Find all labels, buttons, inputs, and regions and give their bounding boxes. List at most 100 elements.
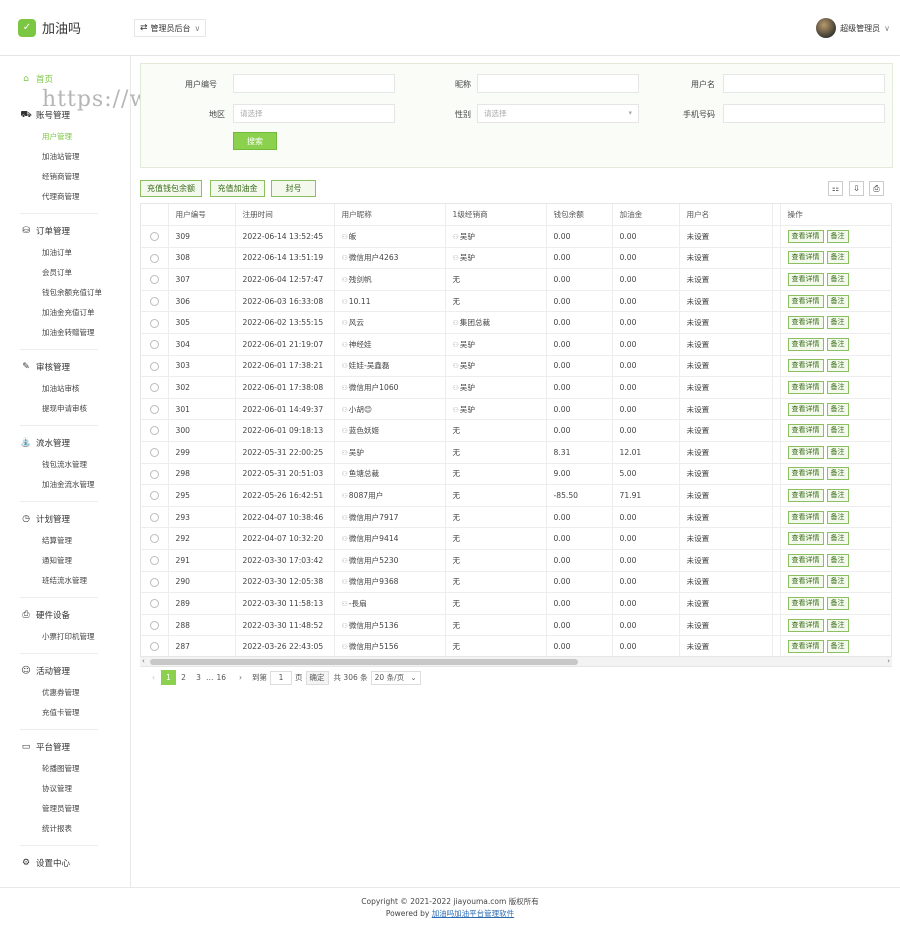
remark-button[interactable]: 备注 — [826, 251, 849, 265]
next-page-button[interactable]: › — [233, 670, 248, 685]
remark-button[interactable]: 备注 — [826, 596, 849, 610]
search-button[interactable]: 搜索 — [233, 132, 277, 150]
recharge-fuel-button[interactable]: 充值加油金 — [210, 180, 265, 197]
user-menu[interactable]: 超级管理员 ∨ — [816, 18, 890, 38]
region-select[interactable]: 请选择 — [233, 104, 395, 123]
sidebar-item[interactable]: 加油订单 — [42, 247, 72, 258]
row-radio[interactable] — [149, 577, 159, 587]
row-radio[interactable] — [149, 232, 159, 242]
sidebar-item[interactable]: 优惠券管理 — [42, 687, 80, 698]
remark-button[interactable]: 备注 — [826, 229, 849, 243]
sidebar-group-printer[interactable]: ⎙ 硬件设备 — [20, 609, 70, 621]
table-row[interactable]: 293 2022-04-07 10:38:46 ⚇微信用户7917 无 0.00 0.00… — [141, 506, 891, 529]
view-details-button[interactable]: 查看详情 — [787, 532, 824, 546]
view-details-button[interactable]: 查看详情 — [787, 316, 824, 330]
view-details-button[interactable]: 查看详情 — [787, 445, 824, 459]
view-details-button[interactable]: 查看详情 — [787, 337, 824, 351]
table-row[interactable]: 304 2022-06-01 21:19:07 ⚇神经娃 ⚇吴驴 0.00 0.00 未设置… — [141, 333, 891, 356]
row-radio[interactable] — [149, 491, 159, 501]
view-details-button[interactable]: 查看详情 — [787, 229, 824, 243]
table-row[interactable]: 301 2022-06-01 14:49:37 ⚇小胡😊 ⚇吴驴 0.00 0.00 未设置… — [141, 398, 891, 421]
sidebar-item[interactable]: 轮播图管理 — [42, 763, 80, 774]
view-details-button[interactable]: 查看详情 — [787, 618, 824, 632]
sidebar-item[interactable]: 协议管理 — [42, 783, 72, 794]
sidebar-group-platform[interactable]: ▭ 平台管理 — [20, 741, 70, 753]
sidebar-group-clock[interactable]: ◷ 计划管理 — [20, 513, 70, 525]
table-row[interactable]: 290 2022-03-30 12:05:38 ⚇微信用户9368 无 0.00 0.00… — [141, 571, 891, 594]
remark-button[interactable]: 备注 — [826, 445, 849, 459]
sidebar-group-activity[interactable]: ☺ 活动管理 — [20, 665, 70, 677]
remark-button[interactable]: 备注 — [826, 575, 849, 589]
sidebar-group-gear[interactable]: ⚙ 设置中心 — [20, 857, 70, 869]
table-row[interactable]: 303 2022-06-01 17:38:21 ⚇娃娃-吴鑫磊 ⚇吴驴 0.00 0.00… — [141, 355, 891, 378]
sidebar-item[interactable]: 加油金转赠管理 — [42, 327, 95, 338]
sidebar-group-cart[interactable]: ⛁ 订单管理 — [20, 225, 70, 237]
sidebar-group-flow[interactable]: ⛲ 流水管理 — [20, 437, 70, 449]
row-radio[interactable] — [149, 642, 159, 652]
sidebar-item[interactable]: 充值卡管理 — [42, 707, 80, 718]
prev-page-button[interactable]: ‹ — [146, 670, 161, 685]
remark-button[interactable]: 备注 — [826, 359, 849, 373]
powered-by-link[interactable]: 加油吗加油平台管理软件 — [432, 909, 515, 918]
remark-button[interactable]: 备注 — [826, 640, 849, 654]
sidebar-item[interactable]: 通知管理 — [42, 555, 72, 566]
sidebar-group-home[interactable]: ⌂ 首页 — [20, 73, 53, 85]
view-details-button[interactable]: 查看详情 — [787, 640, 824, 654]
table-row[interactable]: 309 2022-06-14 13:52:45 ⚇皈 ⚇吴驴 0.00 0.00 未设置 查看… — [141, 225, 891, 248]
view-details-button[interactable]: 查看详情 — [787, 402, 824, 416]
sidebar-item[interactable]: 管理员管理 — [42, 803, 80, 814]
ban-account-button[interactable]: 封号 — [271, 180, 316, 197]
view-details-button[interactable]: 查看详情 — [787, 294, 824, 308]
sidebar-item[interactable]: 统计报表 — [42, 823, 72, 834]
row-radio[interactable] — [149, 512, 159, 522]
phone-input[interactable] — [723, 104, 885, 123]
sidebar-item[interactable]: 会员订单 — [42, 267, 72, 278]
table-row[interactable]: 300 2022-06-01 09:18:13 ⚇蓝色妖姬无 0.00 0.00 未设置查… — [141, 419, 891, 443]
sidebar-item[interactable]: 加油站管理 — [42, 151, 80, 162]
table-row[interactable]: 288 2022-03-30 11:48:52 ⚇微信用户5136 无 0.00 0.00… — [141, 614, 891, 637]
username-input[interactable] — [723, 74, 885, 93]
goto-page-input[interactable]: 1 — [270, 670, 293, 685]
sidebar-item[interactable]: 经销商管理 — [42, 171, 80, 182]
table-row[interactable]: 306 2022-06-03 16:33:08 ⚇10.11 无 0.00 0.00 未设置… — [141, 290, 891, 313]
row-radio[interactable] — [149, 599, 159, 609]
remark-button[interactable]: 备注 — [826, 273, 849, 287]
sidebar-item[interactable]: 加油金充值订单 — [42, 307, 95, 318]
row-radio[interactable] — [149, 296, 159, 306]
view-details-button[interactable]: 查看详情 — [787, 359, 824, 373]
row-radio[interactable] — [149, 534, 159, 544]
remark-button[interactable]: 备注 — [826, 337, 849, 351]
table-row[interactable]: 308 2022-06-14 13:51:19 ⚇微信用户4263 ⚇吴驴 0.00 0.… — [141, 247, 891, 270]
user-no-input[interactable] — [233, 74, 395, 93]
sidebar-item[interactable]: 钱包余额充值订单 — [42, 287, 102, 298]
view-details-button[interactable]: 查看详情 — [787, 381, 824, 395]
remark-button[interactable]: 备注 — [826, 381, 849, 395]
sidebar-item[interactable]: 班结流水管理 — [42, 575, 87, 586]
columns-filter-icon[interactable]: ⚏ — [828, 181, 843, 196]
table-row[interactable]: 295 2022-05-26 16:42:51 ⚇8087用户无 -85.50 71.9… — [141, 484, 891, 507]
app-logo[interactable]: ✓ 加油吗 — [18, 18, 81, 37]
sidebar-group-car[interactable]: ⛟ 账号管理 — [20, 109, 70, 122]
view-details-button[interactable]: 查看详情 — [787, 467, 824, 481]
nickname-input[interactable] — [477, 74, 639, 93]
table-row[interactable]: 305 2022-06-02 13:55:15 ⚇风云 ⚇集团总裁 0.00 0.00 未设… — [141, 311, 891, 335]
page-button[interactable]: 3 — [191, 670, 206, 685]
per-page-select[interactable]: 20 条/页 ⌄ — [370, 670, 421, 685]
remark-button[interactable]: 备注 — [826, 510, 849, 524]
sidebar-item[interactable]: 加油站审核 — [42, 383, 80, 394]
row-radio[interactable] — [149, 275, 159, 285]
sidebar-item[interactable]: 提现申请审核 — [42, 403, 87, 414]
row-radio[interactable] — [149, 404, 159, 414]
horizontal-scrollbar[interactable]: ‹ › — [140, 656, 892, 666]
scrollbar-thumb[interactable] — [150, 659, 578, 665]
table-row[interactable]: 307 2022-06-04 12:57:47 ⚇残剑帆无 0.00 0.00 未设置 查看… — [141, 268, 891, 291]
table-row[interactable]: 287 2022-03-26 22:43:05 ⚇微信用户5156 无 0.00 0.00… — [141, 635, 891, 658]
page-button-current[interactable]: 1 — [161, 670, 176, 685]
table-row[interactable]: 291 2022-03-30 17:03:42 ⚇微信用户5230 无 0.00 0.00… — [141, 549, 891, 572]
remark-button[interactable]: 备注 — [826, 553, 849, 567]
remark-button[interactable]: 备注 — [826, 618, 849, 632]
scroll-left-icon[interactable]: ‹ — [142, 657, 145, 665]
table-row[interactable]: 302 2022-06-01 17:38:08 ⚇微信用户1060 ⚇吴驴 0.00 0.… — [141, 376, 891, 399]
sidebar-item[interactable]: 钱包流水管理 — [42, 459, 87, 470]
row-radio[interactable] — [149, 383, 159, 393]
